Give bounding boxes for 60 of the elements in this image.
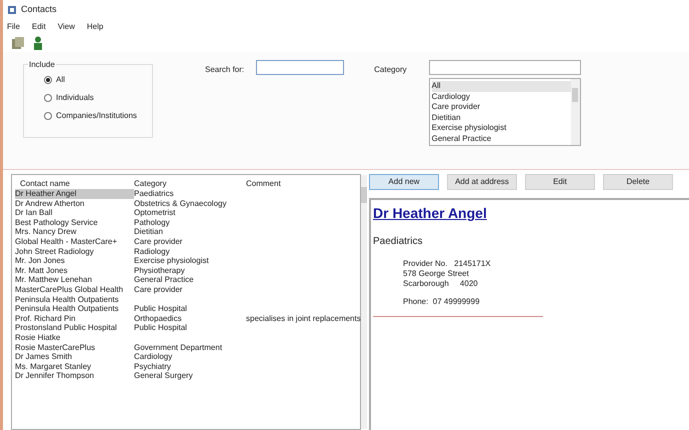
category-cell-text: Orthopaedics [134,314,183,324]
radio-label[interactable]: Individuals [56,92,94,104]
search-field[interactable] [256,60,344,75]
address-line: Provider No. 2145171X [403,259,492,269]
category-cell-text: Obstetrics & Gynaecology [134,198,228,208]
action-button[interactable]: Add new [369,174,439,190]
comment-cell: specialises in joint replacements [246,314,361,324]
category-cell-text: Public Hospital [134,304,188,314]
menu-item[interactable]: Edit [32,21,46,33]
address-line: Scarborough 4020 [403,279,479,289]
radio-button[interactable] [44,112,52,120]
menu-item[interactable]: View [58,21,75,33]
category-cell-text: Cardiology [134,352,174,362]
column-header[interactable]: Contact name [20,178,134,189]
category-cell-text: Public Hospital [134,323,188,333]
column-header[interactable]: Comment [246,178,356,189]
menu-item[interactable]: File [7,21,20,33]
category-cell-text: Dietitian [134,227,164,237]
contact-name-link[interactable]: Dr Heather Angel [373,203,487,224]
list-item[interactable]: Care provider [432,102,571,112]
list-item[interactable]: Dietitian [432,112,571,123]
contact-name-cell[interactable]: Dr Heather Angel [15,189,134,199]
category-cell-text: Paediatrics [134,189,175,199]
category-cell-text: Optometrist [134,208,176,218]
contacts-icon[interactable] [11,36,25,50]
category-cell-text: Care provider [134,236,184,247]
address-line: 578 George Street [403,269,470,279]
app-icon [7,5,17,15]
category-label: Category [374,64,407,76]
radio-label[interactable]: Companies/Institutions [56,110,137,122]
column-header[interactable]: Category [134,178,246,189]
category-cell-text: Radiology [134,246,171,256]
window-title: Contacts [21,3,57,16]
category-cell-text: Care provider [134,284,184,295]
category-cell-text: Pathology [134,218,171,228]
menu-item[interactable]: Help [86,21,104,33]
category-cell-text: General Practice [134,275,195,285]
category-field[interactable] [428,60,581,75]
list-item[interactable]: General Practice [432,134,571,144]
scrollbar[interactable] [360,175,367,429]
radio-button[interactable] [44,94,52,102]
list-item[interactable]: Exercise physiologist [432,123,571,134]
list-item[interactable]: All [432,81,571,92]
list-item[interactable]: Cardiology [432,92,571,102]
category-cell-text: Government Department [134,342,224,352]
category-cell-text: Physiotherapy [134,266,186,276]
category-text: Paediatrics [373,235,424,249]
category-cell-text: Psychiatry [134,362,172,372]
radio-label[interactable]: All [56,74,65,86]
scrollbar[interactable] [570,79,580,145]
category-list[interactable]: All Cardiology Care provider Dietitian Exercise physiologist General Practice [428,78,581,146]
category-cell-text: Exercise physiologist [134,256,210,266]
search-label: Search for: [205,64,244,76]
radio-button[interactable] [44,76,52,84]
action-button[interactable]: Add at address [447,174,517,190]
phone-text: Phone: 07 49999999 [403,296,481,308]
category-cell-text: General Surgery [134,371,194,381]
action-button[interactable]: Edit [525,174,595,190]
person-icon[interactable] [33,36,43,50]
action-button[interactable]: Delete [603,174,673,190]
